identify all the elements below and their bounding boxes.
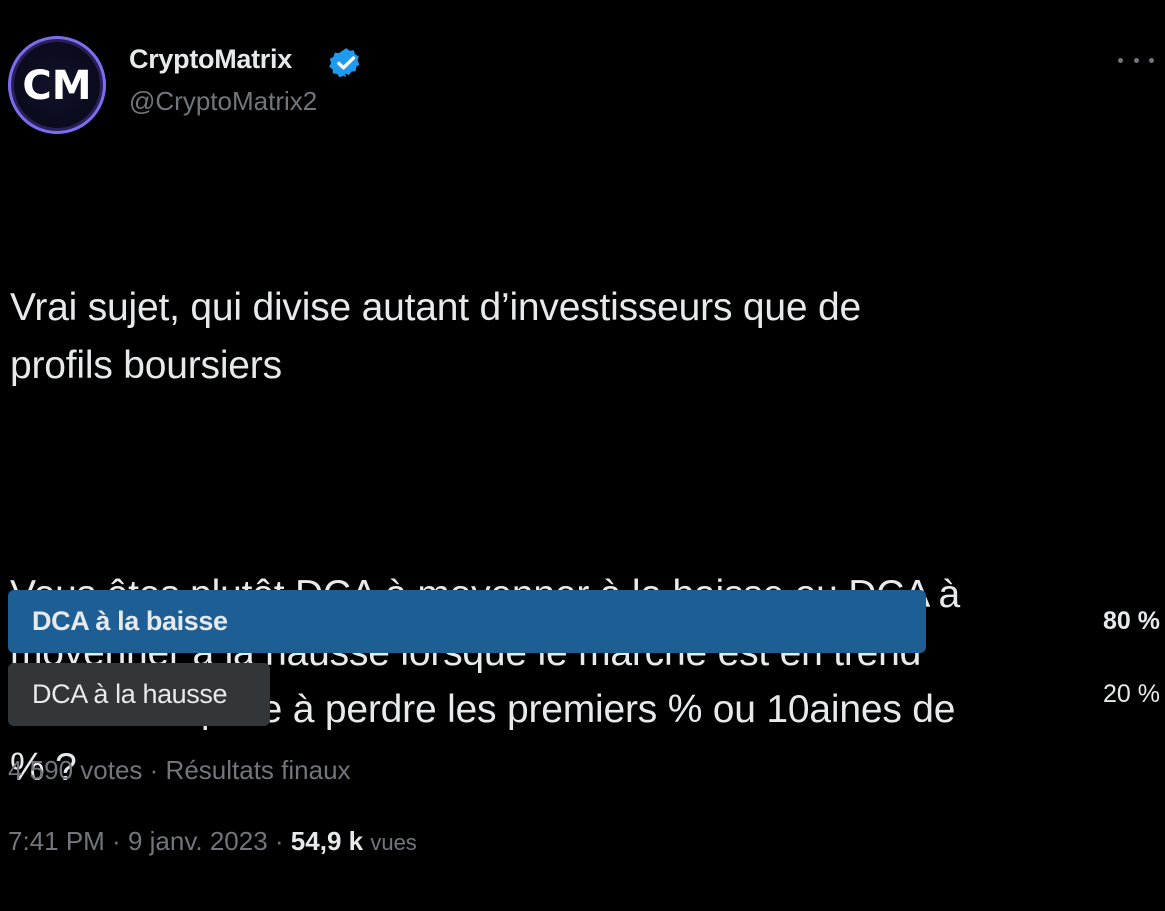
poll-option: DCA à la baisse 80 % [8,590,1160,653]
poll-summary: 4 590 votes · Résultats finaux [8,755,351,786]
separator: · [104,826,128,856]
poll-option-label: DCA à la baisse [32,606,228,636]
tweet-time[interactable]: 7:41 PM [8,826,105,856]
separator: · [267,826,291,856]
tweet-text: Vrai sujet, qui divise autant d’investis… [10,164,1160,911]
tweet-footer: 7:41 PM · 9 janv. 2023 · 54,9 k vues [8,826,417,857]
tweet-date[interactable]: 9 janv. 2023 [128,826,268,856]
poll-option-percent: 20 % [1103,680,1160,708]
tweet-card: CM CryptoMatrix @CryptoMatrix2 Vrai suje… [0,0,1165,867]
cryptomatrix-logo-icon: CM [22,63,91,109]
poll-option-percent: 80 % [1103,607,1160,635]
verified-badge-icon [329,48,360,78]
poll-option-label: DCA à la hausse [32,679,228,709]
author-handle[interactable]: @CryptoMatrix2 [129,86,317,117]
views-label: vues [370,830,417,855]
views-count[interactable]: 54,9 k [291,826,363,856]
tweet-paragraph-1: Vrai sujet, qui divise autant d’investis… [10,286,861,387]
author-name[interactable]: CryptoMatrix [129,44,292,75]
poll-status: Résultats finaux [165,755,351,785]
avatar-text: CM [22,63,91,109]
poll-votes: 4 590 votes [8,755,143,785]
avatar[interactable]: CM [8,36,106,134]
poll-option: DCA à la hausse 20 % [8,663,1160,726]
more-options-icon[interactable] [1118,48,1154,72]
separator: · [142,755,166,785]
